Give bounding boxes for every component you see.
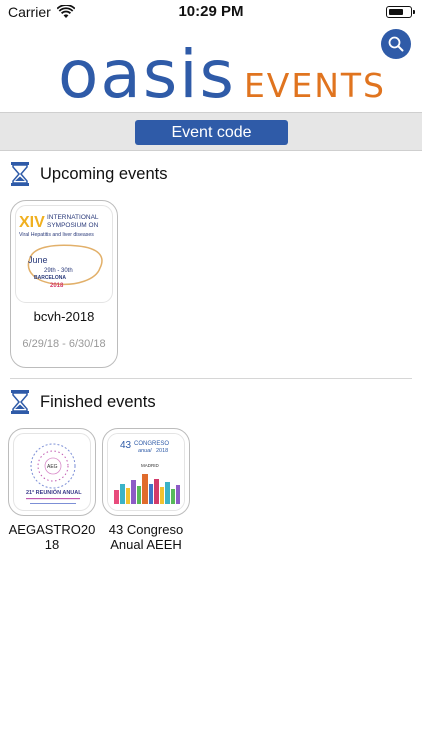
event-dates: 6/29/18 - 6/30/18 <box>22 338 106 350</box>
event-poster-aegastro: AEG 21ª REUNIÓN ANUAL <box>13 433 91 511</box>
app-header: oasis EVENTS <box>0 24 422 112</box>
event-poster-bcvh: XIV INTERNATIONAL SYMPOSIUM ON Viral Hep… <box>15 205 113 303</box>
search-icon <box>388 36 404 52</box>
event-card-bcvh-2018[interactable]: XIV INTERNATIONAL SYMPOSIUM ON Viral Hep… <box>10 200 118 368</box>
search-button[interactable] <box>381 29 411 59</box>
section-divider <box>10 378 412 379</box>
hourglass-icon <box>11 390 29 414</box>
poster-year: 2018 <box>50 283 64 289</box>
logo-sub-text: EVENTS <box>243 66 387 105</box>
event-poster-congreso: 43 CONGRESO anual 2018 MADRID <box>107 433 185 511</box>
status-time: 10:29 PM <box>178 3 244 20</box>
battery-icon <box>386 6 415 18</box>
event-card-frame: XIV INTERNATIONAL SYMPOSIUM ON Viral Hep… <box>10 200 118 368</box>
event-name: bcvh-2018 <box>33 309 95 324</box>
poster-line1: INTERNATIONAL <box>47 214 99 221</box>
poster-subword: anual <box>138 448 152 454</box>
poster-line2: SYMPOSIUM ON <box>47 222 99 229</box>
poster-artwork: 43 CONGRESO anual 2018 MADRID <box>108 434 184 510</box>
upcoming-title: Upcoming events <box>40 164 168 183</box>
event-card-43-congreso[interactable]: 43 CONGRESO anual 2018 MADRID 43 Congres… <box>102 428 190 552</box>
event-card-frame: 43 CONGRESO anual 2018 MADRID <box>102 428 190 516</box>
event-code-button[interactable]: Event code <box>135 120 288 145</box>
event-card-frame: AEG 21ª REUNIÓN ANUAL <box>8 428 96 516</box>
finished-section-header: Finished events <box>10 390 156 414</box>
battery-level <box>388 8 404 15</box>
poster-year: 2018 <box>156 448 168 454</box>
status-bar: Carrier 10:29 PM <box>0 0 422 24</box>
poster-number: 43 <box>120 440 132 451</box>
event-code-bar: Event code <box>0 112 422 151</box>
upcoming-section-header: Upcoming events <box>10 162 167 186</box>
poster-city: BARCELONA <box>34 275 66 281</box>
event-name: 43 Congreso Anual AEEH <box>108 522 184 552</box>
app-logo: oasis EVENTS <box>58 42 386 108</box>
finished-title: Finished events <box>40 392 156 411</box>
event-card-aegastro2018[interactable]: AEG 21ª REUNIÓN ANUAL AEGASTRO20 18 <box>8 428 96 552</box>
poster-line3: Viral Hepatitis and liver diseases <box>19 232 94 238</box>
poster-headline: 21ª REUNIÓN ANUAL <box>26 488 82 496</box>
poster-artwork: AEG 21ª REUNIÓN ANUAL <box>26 443 82 504</box>
poster-days: 29th - 30th <box>44 268 73 274</box>
poster-city: MADRID <box>141 463 159 468</box>
poster-artwork: XIV INTERNATIONAL SYMPOSIUM ON Viral Hep… <box>19 214 103 289</box>
poster-center: AEG <box>47 464 58 470</box>
hourglass-icon <box>11 162 29 186</box>
poster-month: June <box>28 255 48 265</box>
event-name: AEGASTRO20 18 <box>8 522 96 552</box>
logo-main-text: oasis <box>58 36 236 113</box>
poster-word: CONGRESO <box>134 441 169 447</box>
poster-numeral: XIV <box>19 214 45 231</box>
